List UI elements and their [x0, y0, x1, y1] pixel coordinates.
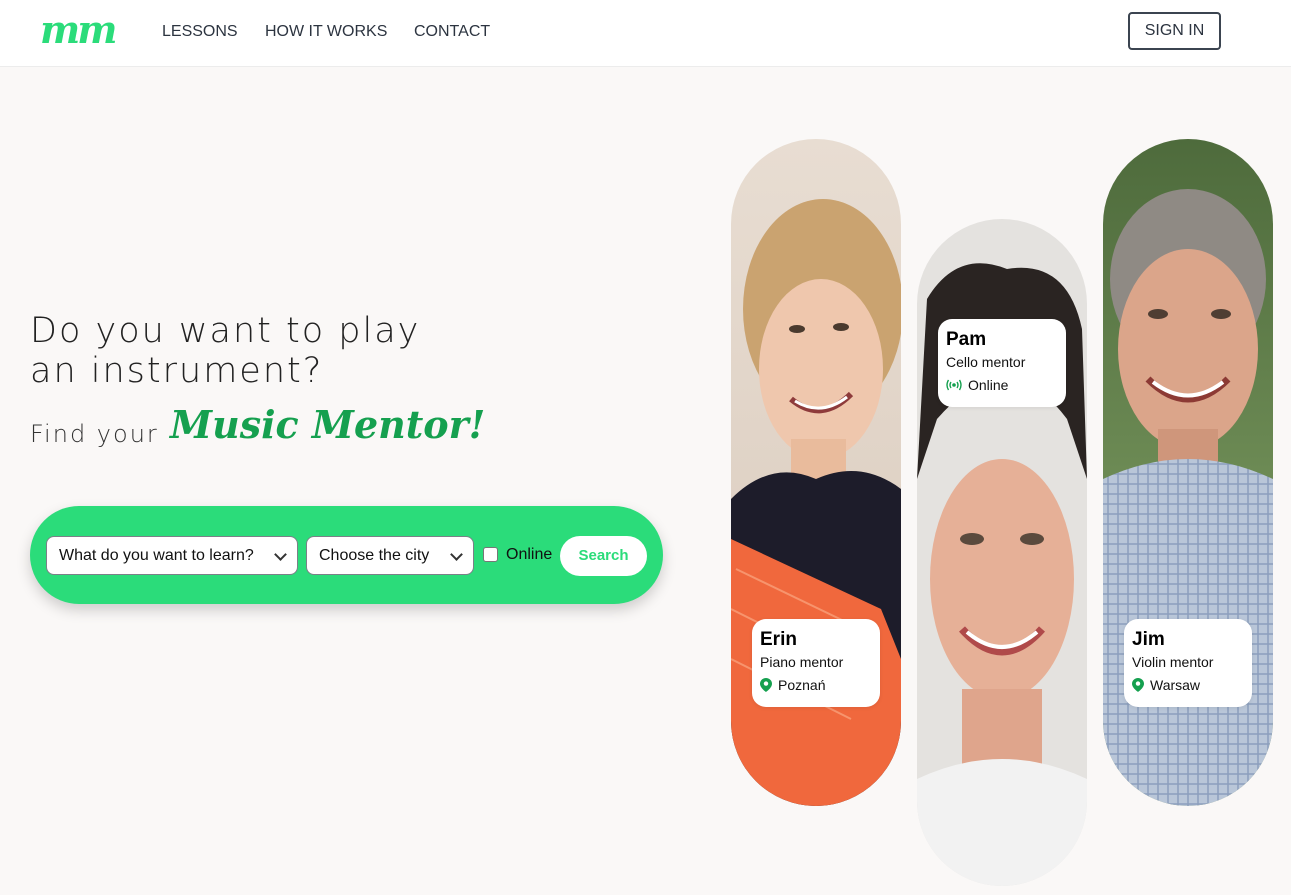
mentor-name: Jim — [1132, 629, 1165, 650]
nav-link-lessons[interactable]: LESSONS — [162, 22, 238, 42]
logo[interactable]: mm — [40, 10, 117, 50]
search-bar: What do you want to learn? Choose the ci… — [30, 506, 663, 604]
instrument-select[interactable]: What do you want to learn? — [46, 536, 298, 575]
mentor-location-text: Warsaw — [1150, 677, 1201, 693]
mentor-name: Erin — [760, 629, 797, 650]
sign-in-button[interactable]: SIGN IN — [1128, 12, 1221, 50]
chevron-down-icon — [274, 548, 287, 561]
search-button[interactable]: Search — [560, 536, 647, 576]
hero-headline-line1: Do you want to play — [30, 311, 421, 351]
hero-headline-line2: an instrument? — [30, 351, 324, 391]
chevron-down-icon — [450, 548, 463, 561]
instrument-select-value: What do you want to learn? — [59, 547, 254, 564]
mentor-location: Poznań — [760, 676, 872, 694]
mentor-card-jim[interactable]: Jim Violin mentor Warsaw — [1124, 619, 1252, 707]
broadcast-icon — [946, 379, 962, 391]
location-pin-icon — [1132, 678, 1144, 692]
mentor-availability-text: Online — [968, 377, 1009, 393]
mentor-location: Warsaw — [1132, 676, 1244, 694]
location-pin-icon — [760, 678, 772, 692]
mentor-location-text: Poznań — [778, 677, 826, 693]
city-select[interactable]: Choose the city — [306, 536, 474, 575]
online-checkbox[interactable] — [483, 547, 498, 562]
city-select-value: Choose the city — [319, 547, 430, 564]
mentor-role: Violin mentor — [1132, 654, 1214, 670]
nav-link-how-it-works[interactable]: HOW IT WORKS — [265, 22, 387, 42]
nav-link-contact[interactable]: CONTACT — [414, 22, 490, 42]
mentor-availability: Online — [946, 376, 1058, 394]
mentor-card-pam[interactable]: Pam Cello mentor Online — [938, 319, 1066, 407]
mentor-role: Piano mentor — [760, 654, 844, 670]
mentor-role: Cello mentor — [946, 354, 1026, 370]
mentor-card-erin[interactable]: Erin Piano mentor Poznań — [752, 619, 880, 707]
online-checkbox-label[interactable]: Online — [506, 546, 552, 564]
hero-headline: Do you want to play an instrument? — [30, 311, 470, 391]
hero-subtitle-prefix: Find your — [30, 420, 159, 448]
top-navbar: mm LESSONS HOW IT WORKS CONTACT SIGN IN — [0, 0, 1291, 67]
hero-subtitle-highlight: Music Mentor! — [170, 402, 486, 447]
mentor-name: Pam — [946, 329, 987, 350]
